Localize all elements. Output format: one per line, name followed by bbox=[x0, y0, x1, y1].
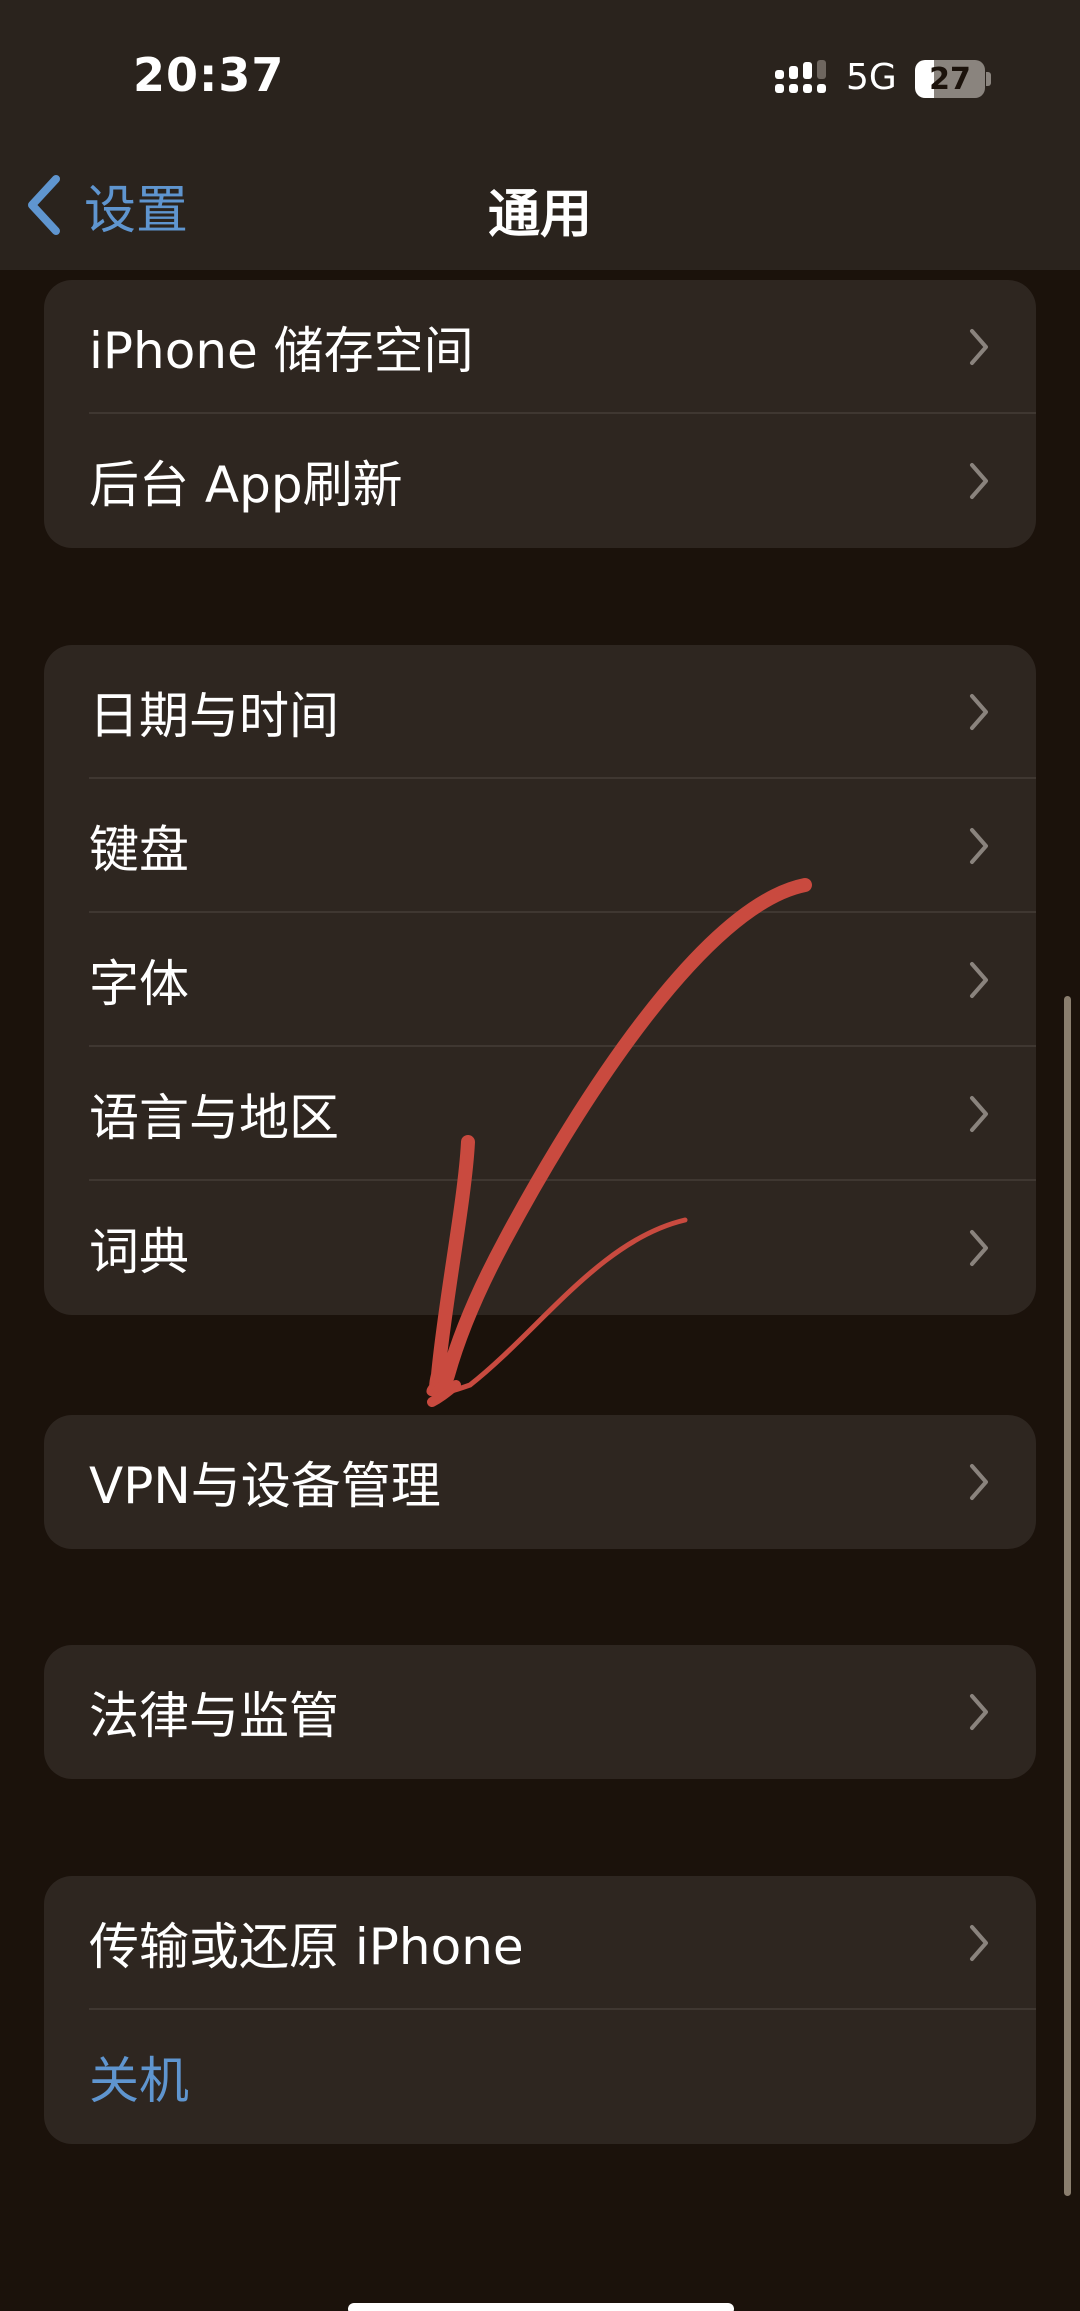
home-indicator[interactable] bbox=[348, 2303, 734, 2311]
row-vpn-device-management[interactable]: VPN与设备管理 bbox=[44, 1415, 1036, 1549]
row-transfer-reset[interactable]: 传输或还原 iPhone bbox=[44, 1876, 1036, 2010]
scrollbar[interactable] bbox=[1064, 996, 1071, 2196]
row-dictionary[interactable]: 词典 bbox=[44, 1181, 1036, 1315]
chevron-right-icon bbox=[970, 1096, 988, 1132]
chevron-right-icon bbox=[970, 962, 988, 998]
chevron-right-icon bbox=[970, 1694, 988, 1730]
settings-group-reset: 传输或还原 iPhone 关机 bbox=[44, 1876, 1036, 2144]
chevron-right-icon bbox=[970, 1464, 988, 1500]
row-label: 词典 bbox=[89, 1223, 189, 1281]
row-label: 语言与地区 bbox=[89, 1089, 339, 1147]
row-label: 关机 bbox=[89, 2052, 189, 2110]
settings-group-locale: 日期与时间 键盘 字体 语言与地区 词典 bbox=[44, 645, 1036, 1315]
row-fonts[interactable]: 字体 bbox=[44, 913, 1036, 1047]
chevron-right-icon bbox=[970, 1230, 988, 1266]
row-background-app-refresh[interactable]: 后台 App刷新 bbox=[44, 414, 1036, 548]
chevron-right-icon bbox=[970, 329, 988, 365]
row-label: 传输或还原 iPhone bbox=[89, 1918, 524, 1976]
row-language-region[interactable]: 语言与地区 bbox=[44, 1047, 1036, 1181]
battery-percent: 27 bbox=[929, 62, 971, 97]
row-label: VPN与设备管理 bbox=[89, 1457, 441, 1515]
row-keyboard[interactable]: 键盘 bbox=[44, 779, 1036, 913]
settings-general-screen: 20:37 5G 27 设置 通用 iPhone 储存空间 后台 App刷新 日… bbox=[0, 0, 1080, 2311]
network-type: 5G bbox=[846, 57, 897, 98]
shutdown-button[interactable]: 关机 bbox=[44, 2010, 1036, 2144]
battery-icon: 27 bbox=[915, 60, 985, 98]
top-bar: 20:37 5G 27 设置 通用 bbox=[0, 0, 1080, 270]
status-time: 20:37 bbox=[133, 48, 285, 102]
settings-group-vpn: VPN与设备管理 bbox=[44, 1415, 1036, 1549]
row-label: 后台 App刷新 bbox=[89, 456, 403, 514]
row-label: 日期与时间 bbox=[89, 687, 339, 745]
row-date-time[interactable]: 日期与时间 bbox=[44, 645, 1036, 779]
settings-group-legal: 法律与监管 bbox=[44, 1645, 1036, 1779]
battery-cap bbox=[986, 72, 991, 86]
row-label: 法律与监管 bbox=[89, 1687, 339, 1745]
page-title: 通用 bbox=[487, 185, 592, 245]
row-legal-regulatory[interactable]: 法律与监管 bbox=[44, 1645, 1036, 1779]
chevron-right-icon bbox=[970, 463, 988, 499]
row-label: 字体 bbox=[89, 955, 189, 1013]
chevron-right-icon bbox=[970, 828, 988, 864]
chevron-right-icon bbox=[970, 1925, 988, 1961]
row-label: iPhone 储存空间 bbox=[89, 322, 474, 380]
row-iphone-storage[interactable]: iPhone 储存空间 bbox=[44, 280, 1036, 414]
row-label: 键盘 bbox=[89, 821, 189, 879]
settings-group-storage: iPhone 储存空间 后台 App刷新 bbox=[44, 280, 1036, 548]
chevron-right-icon bbox=[970, 694, 988, 730]
cellular-signal-icon bbox=[775, 60, 826, 93]
